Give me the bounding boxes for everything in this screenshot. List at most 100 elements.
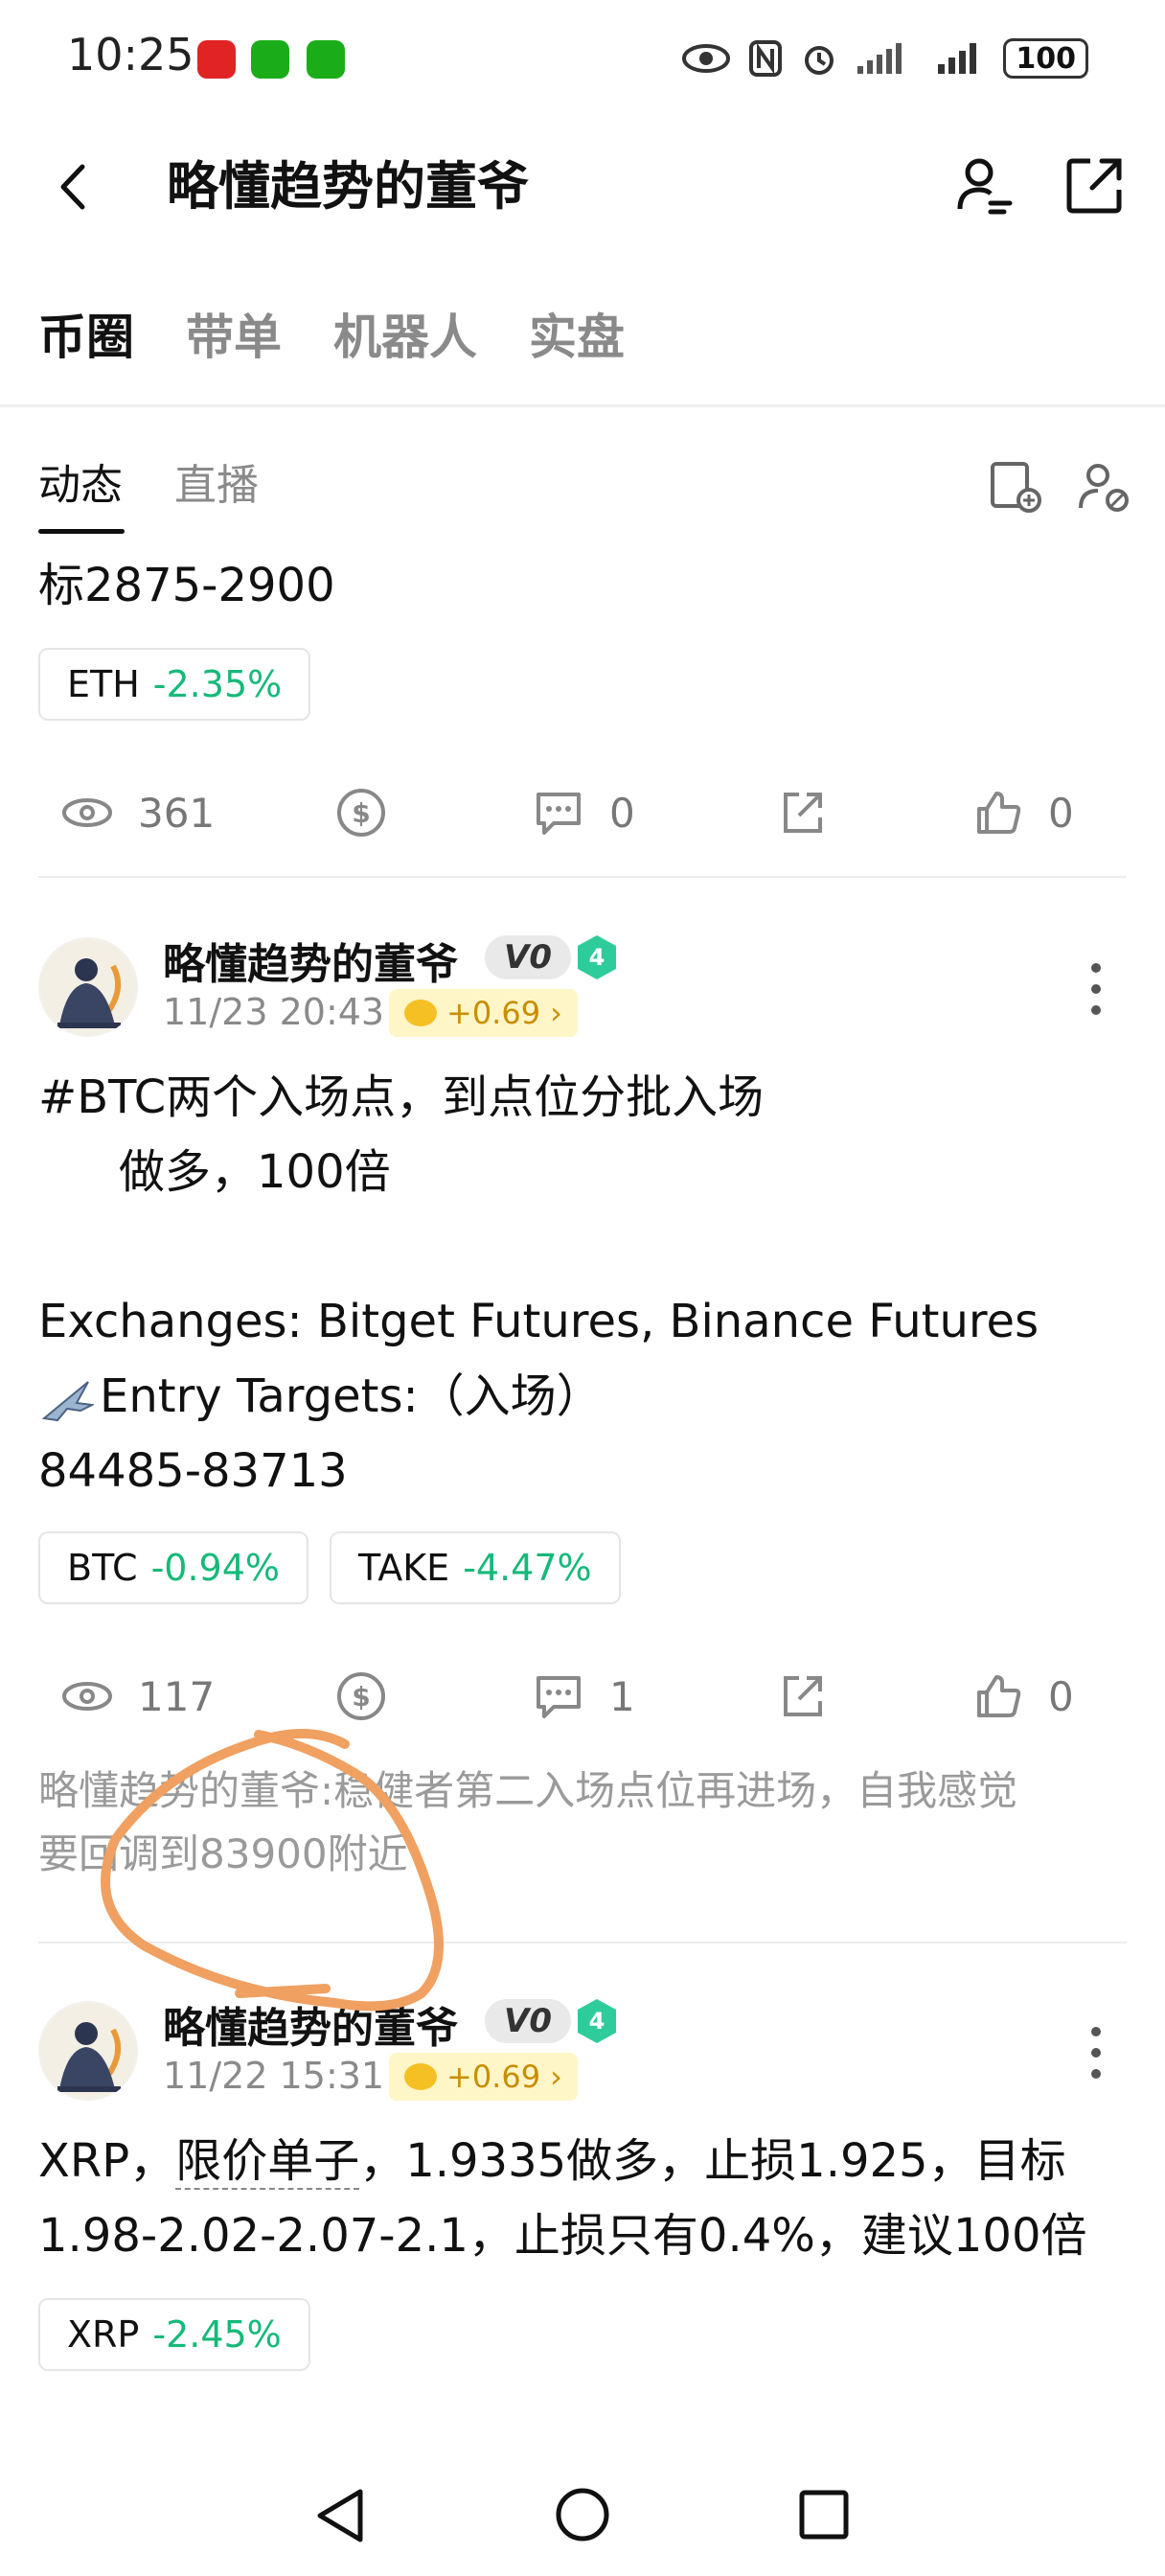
hand-drawn-circle-annotation (101, 1729, 444, 2012)
comment-icon (537, 1676, 581, 1718)
coin-chip-take[interactable]: TAKE -4.47% (330, 1531, 621, 1604)
views-count: 361 (138, 789, 216, 837)
like-count: 0 (1048, 1672, 1074, 1720)
post-actions: 361 $ 0 0 (38, 774, 1127, 851)
reward-chip[interactable]: +0.69 › (389, 989, 578, 1037)
nav-recents-icon[interactable] (797, 2488, 851, 2542)
post-text-tail: 标2875-2900 (38, 559, 335, 612)
airplane-emoji-icon (41, 1381, 94, 1422)
post-line-5: 84485-83713 (38, 1444, 348, 1498)
post-line-2: 1.98-2.02-2.07-2.1，止损只有0.4%，建议100倍 (38, 2209, 1087, 2263)
thumbs-up-icon (977, 792, 1021, 834)
share-icon (784, 793, 822, 833)
huawei-store-icon (197, 40, 236, 79)
post-separator (38, 876, 1127, 878)
tab-copy-trading[interactable]: 带单 (186, 299, 282, 368)
tab-coin-circle[interactable]: 币圈 (38, 299, 134, 368)
views-action: 361 (61, 774, 215, 851)
post-text-a: XRP， (38, 2134, 176, 2188)
level-number: 4 (589, 2008, 605, 2035)
more-options-icon[interactable] (1086, 958, 1106, 1020)
eye-icon (62, 1682, 112, 1711)
alarm-icon (805, 46, 834, 75)
share-icon[interactable] (1060, 151, 1129, 220)
back-arrow-icon[interactable] (46, 153, 103, 220)
post-line-1: #BTC两个入场点，到点位分批入场 (38, 1070, 765, 1124)
vip-badge: V0 (485, 935, 571, 979)
comment-button[interactable]: 1 (533, 1658, 635, 1735)
chip-symbol: ETH (67, 663, 140, 705)
wechat-work-icon (251, 40, 289, 79)
comment-count: 1 (609, 1672, 635, 1720)
nav-home-icon[interactable] (554, 2486, 611, 2543)
share-button[interactable] (778, 774, 826, 851)
chevron-right-icon: › (550, 2058, 562, 2095)
level-badge-icon: 4 (578, 935, 616, 979)
post-text-c: ，1.9335做多，止损1.925，目标 (359, 2134, 1066, 2188)
svg-text:$: $ (352, 1681, 370, 1713)
chip-change: -0.94% (150, 1547, 281, 1589)
like-button[interactable]: 0 (973, 774, 1074, 851)
post-line-1: XRP，限价单子，1.9335做多，止损1.925，目标 (38, 2124, 1066, 2198)
comment-button[interactable]: 0 (533, 774, 635, 851)
status-icons: 100 (681, 34, 1088, 82)
reward-value: +0.69 (446, 2058, 541, 2095)
user-settings-icon[interactable] (948, 151, 1017, 220)
post-time: 11/23 20:43 (163, 991, 385, 1033)
coin-icon: $ (337, 1672, 385, 1720)
tip-button[interactable]: $ (335, 774, 387, 851)
like-button[interactable]: 0 (973, 1658, 1074, 1735)
chip-symbol: BTC (67, 1547, 138, 1589)
reward-chip[interactable]: +0.69 › (389, 2053, 578, 2101)
wechat-icon (307, 40, 345, 79)
system-nav-bar (0, 2453, 1165, 2576)
eye-comfort-icon (682, 44, 731, 73)
tab-robot[interactable]: 机器人 (333, 299, 477, 368)
comment-count: 0 (609, 789, 635, 837)
coin-icon (404, 1000, 437, 1026)
tab-live-trading[interactable]: 实盘 (529, 299, 625, 368)
svg-text:$: $ (352, 797, 370, 829)
battery-indicator: 100 (1003, 38, 1088, 79)
nav-back-icon[interactable] (312, 2486, 368, 2545)
sub-tabs: 动态 直播 (38, 450, 259, 512)
views-count: 117 (138, 1672, 216, 1720)
more-options-icon[interactable] (1086, 2022, 1106, 2083)
reward-value: +0.69 (446, 995, 541, 1031)
nfc-icon (749, 40, 783, 77)
share-icon (784, 1676, 822, 1716)
subtab-feed[interactable]: 动态 (38, 450, 123, 512)
thumbs-up-icon (977, 1675, 1021, 1717)
subtab-underline (38, 529, 125, 534)
add-post-icon[interactable] (987, 458, 1044, 516)
chip-change: -2.35% (152, 663, 283, 705)
coin-chip-eth[interactable]: ETH -2.35% (38, 648, 311, 721)
coin-icon (404, 2063, 437, 2090)
signal-icon (857, 43, 902, 74)
chip-symbol: TAKE (358, 1547, 450, 1589)
post-line-3: Exchanges: Bitget Futures, Binance Futur… (38, 1295, 1039, 1348)
coin-chip-xrp[interactable]: XRP -2.45% (38, 2298, 310, 2371)
user-manage-icon[interactable] (1075, 458, 1132, 516)
post-time: 11/22 15:31 (163, 2055, 385, 2097)
category-tabs: 币圈 带单 机器人 实盘 (38, 299, 625, 368)
comment-icon (537, 793, 581, 835)
chevron-right-icon: › (550, 995, 562, 1031)
like-count: 0 (1048, 789, 1074, 837)
coin-icon: $ (337, 789, 385, 837)
subtab-live[interactable]: 直播 (174, 450, 259, 512)
post-line-4: Entry Targets:（入场） (100, 1369, 603, 1423)
level-number: 4 (589, 944, 605, 971)
share-button[interactable] (778, 1658, 826, 1735)
chip-change: -4.47% (463, 1547, 592, 1589)
eye-icon (62, 798, 112, 827)
coin-chip-btc[interactable]: BTC -0.94% (38, 1531, 309, 1604)
divider (0, 404, 1165, 407)
avatar[interactable] (38, 937, 138, 1037)
author-name[interactable]: 略懂趋势的董爷 (163, 930, 458, 991)
page-title: 略懂趋势的董爷 (167, 156, 529, 217)
chip-change: -2.45% (152, 2313, 282, 2356)
limit-order-link[interactable]: 限价单子 (175, 2134, 360, 2190)
status-time: 10:25 (67, 29, 194, 80)
chip-symbol: XRP (67, 2313, 140, 2356)
